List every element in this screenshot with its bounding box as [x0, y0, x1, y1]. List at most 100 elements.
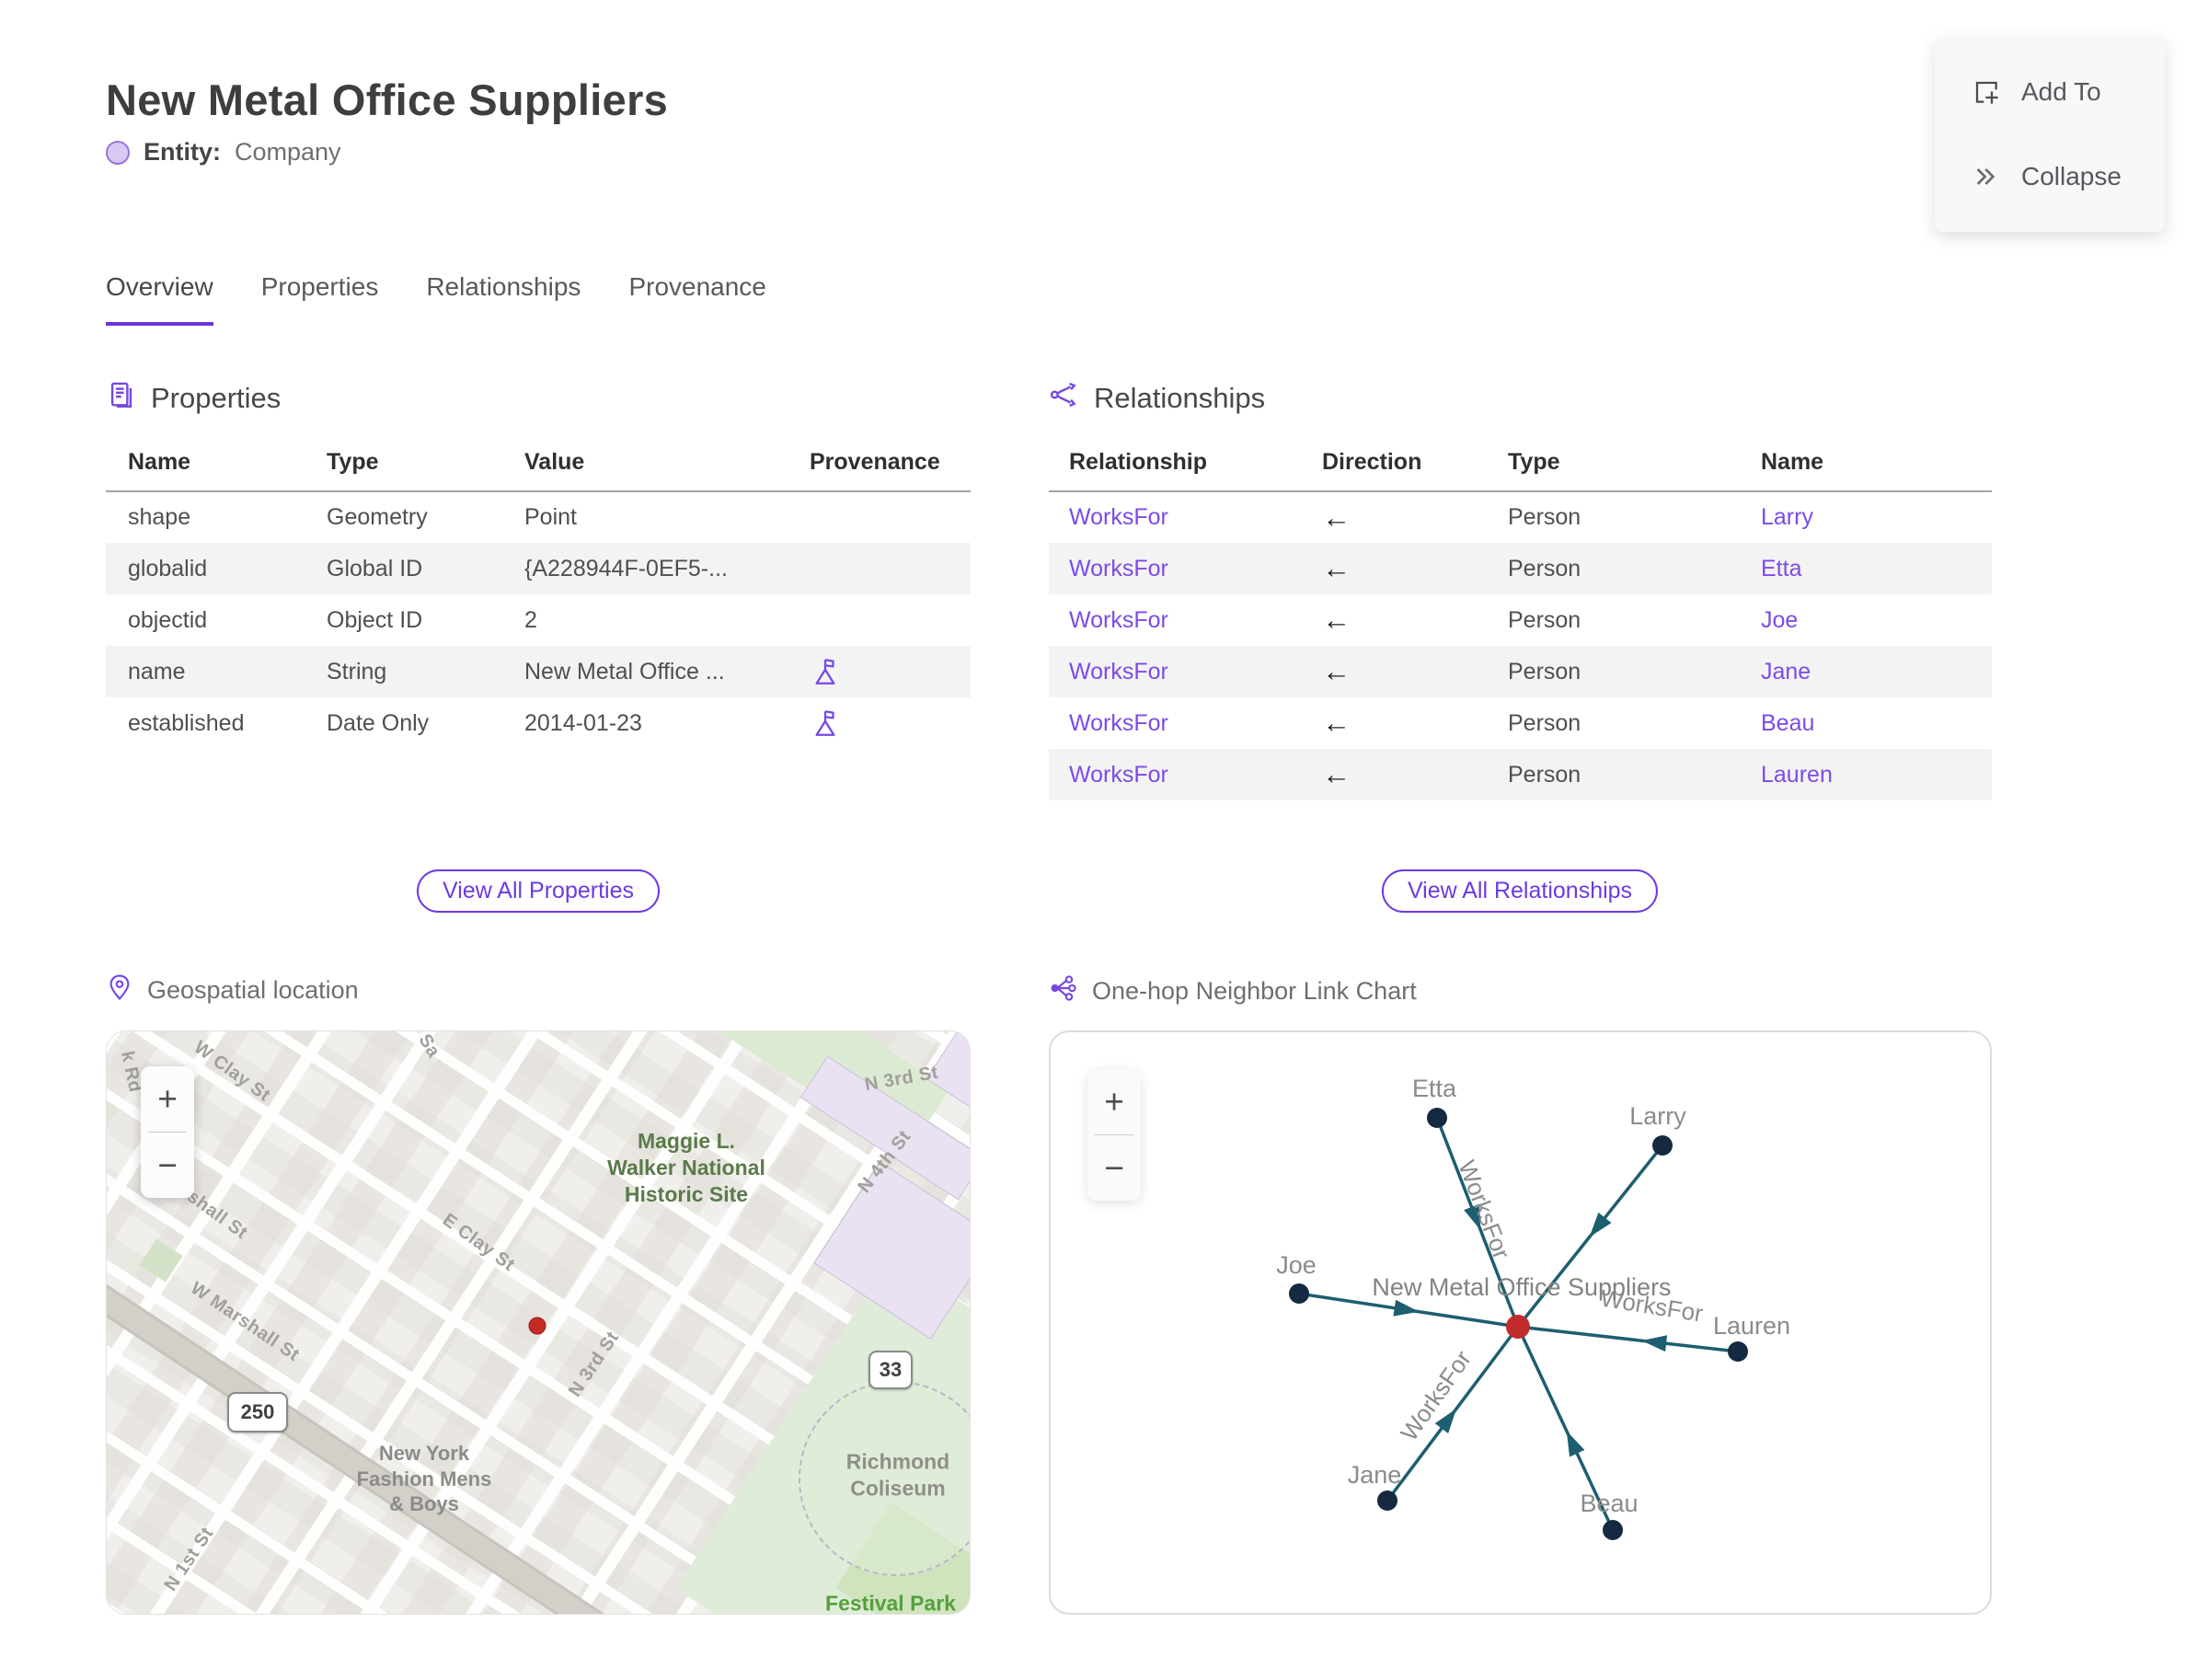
- props-type-cell: String: [327, 658, 387, 685]
- map-street-label: N 1st St: [160, 1524, 218, 1595]
- chart-node-lauren[interactable]: [1728, 1341, 1748, 1362]
- rels-name-cell[interactable]: Larry: [1741, 491, 1992, 543]
- entity-subtitle: Entity: Company: [106, 138, 341, 167]
- entity-details-page: New Metal Office Suppliers Entity: Compa…: [0, 0, 2208, 1680]
- geospatial-map[interactable]: k Rd W Clay St Sa arshall St W Marshall St E …: [106, 1030, 971, 1615]
- entity-type-value: Company: [235, 138, 341, 166]
- tab-properties[interactable]: Properties: [261, 272, 379, 326]
- chart-zoom-out-button[interactable]: −: [1087, 1135, 1141, 1201]
- view-all-relationships-button[interactable]: View All Relationships: [1381, 869, 1659, 913]
- tab-provenance[interactable]: Provenance: [628, 272, 765, 326]
- page-title: New Metal Office Suppliers: [106, 75, 669, 125]
- provenance-flag-icon[interactable]: [810, 656, 841, 687]
- map-street-label: Sa: [414, 1030, 444, 1062]
- actions-panel: Add To Collapse: [1935, 37, 2165, 232]
- direction-arrow: ←: [1322, 707, 1351, 739]
- table-row: WorksFor ← Person Beau: [1049, 697, 1992, 749]
- column-header-relationship: Relationship: [1049, 438, 1302, 492]
- props-provenance-cell: [788, 491, 971, 543]
- props-value-cell: New Metal Office ...: [524, 658, 725, 685]
- rels-relationship-cell[interactable]: WorksFor: [1049, 491, 1302, 543]
- view-all-properties-button[interactable]: View All Properties: [417, 869, 660, 913]
- rels-type-cell: Person: [1508, 555, 1581, 581]
- rels-name-cell[interactable]: Lauren: [1741, 749, 1992, 800]
- chart-center-node[interactable]: [1506, 1315, 1530, 1339]
- chart-node-jane[interactable]: [1377, 1490, 1397, 1511]
- rels-relationship-cell[interactable]: WorksFor: [1049, 646, 1302, 697]
- map-green-area: [139, 1238, 183, 1283]
- rels-name-cell[interactable]: Beau: [1741, 697, 1992, 749]
- direction-arrow: ←: [1322, 758, 1351, 790]
- column-header-name: Name: [106, 438, 305, 492]
- link-chart-canvas[interactable]: WorksForWorksForWorksForEttaLarryJoeLaur…: [1051, 1032, 1990, 1613]
- provenance-flag-icon[interactable]: [810, 708, 841, 739]
- props-value-cell: 2: [524, 606, 537, 633]
- direction-arrow: ←: [1322, 655, 1351, 687]
- relationships-section-title: Relationships: [1094, 382, 1266, 414]
- chart-zoom-control: + −: [1087, 1069, 1141, 1201]
- props-name-cell: globalid: [128, 555, 208, 581]
- chart-node-label: Lauren: [1713, 1312, 1790, 1340]
- props-value-cell: Point: [524, 504, 577, 530]
- rels-type-cell: Person: [1508, 504, 1581, 530]
- collapse-label: Collapse: [2021, 162, 2122, 190]
- tab-overview[interactable]: Overview: [106, 272, 213, 326]
- entity-label: Entity:: [144, 138, 221, 166]
- chevrons-right-icon: [1972, 162, 2001, 191]
- chart-edge[interactable]: [1517, 1325, 1739, 1353]
- chart-edge-arrow: [1393, 1299, 1420, 1317]
- route-shield: 250: [227, 1392, 288, 1433]
- props-provenance-cell: [788, 594, 971, 646]
- chart-node-larry[interactable]: [1652, 1135, 1673, 1156]
- column-header-type: Type: [305, 438, 502, 492]
- table-row: WorksFor ← Person Jane: [1049, 646, 1992, 697]
- rels-name-cell[interactable]: Joe: [1741, 594, 1992, 646]
- properties-table: Name Type Value Provenance shape Geometry Poin…: [106, 438, 971, 749]
- properties-section-header: Properties: [106, 379, 281, 418]
- rels-name-cell[interactable]: Etta: [1741, 543, 1992, 594]
- chart-zoom-in-button[interactable]: +: [1087, 1069, 1141, 1134]
- chart-node-beau[interactable]: [1603, 1520, 1623, 1540]
- chart-node-label: Larry: [1629, 1102, 1686, 1130]
- collapse-button[interactable]: Collapse: [1935, 162, 2165, 191]
- map-zoom-in-button[interactable]: +: [141, 1066, 194, 1132]
- column-header-type: Type: [1488, 438, 1741, 492]
- column-header-name: Name: [1741, 438, 1992, 492]
- props-provenance-cell[interactable]: [788, 697, 971, 749]
- add-to-button[interactable]: Add To: [1935, 77, 2165, 107]
- props-provenance-cell[interactable]: [788, 646, 971, 697]
- chart-node-etta[interactable]: [1427, 1108, 1447, 1128]
- rels-relationship-cell[interactable]: WorksFor: [1049, 594, 1302, 646]
- chart-node-label: Beau: [1580, 1490, 1638, 1517]
- table-row: shape Geometry Point: [106, 491, 971, 543]
- table-row: objectid Object ID 2: [106, 594, 971, 646]
- chart-node-label: Jane: [1348, 1461, 1402, 1489]
- geospatial-section-header: Geospatial location: [106, 973, 359, 1007]
- rels-name-cell[interactable]: Jane: [1741, 646, 1992, 697]
- rels-type-cell: Person: [1508, 658, 1581, 685]
- props-value-cell: 2014-01-23: [524, 709, 642, 736]
- map-poi-label: Maggie L. Walker National Historic Site: [607, 1128, 765, 1206]
- props-name-cell: established: [128, 709, 245, 736]
- map-poi-label: Richmond Coliseum: [845, 1449, 950, 1500]
- route-shield: 33: [868, 1351, 913, 1389]
- tab-relationships[interactable]: Relationships: [426, 272, 581, 326]
- map-poi-label: New York Fashion Mens & Boys: [356, 1441, 492, 1515]
- entity-location-point[interactable]: [528, 1317, 546, 1335]
- one-hop-link-chart[interactable]: WorksFor WorksFor WorksFor Etta Larry Joe Laur…: [1049, 1030, 1992, 1615]
- geospatial-title: Geospatial location: [147, 976, 359, 1004]
- column-header-provenance: Provenance: [788, 438, 971, 492]
- chart-node-joe[interactable]: [1289, 1283, 1309, 1304]
- table-row: established Date Only 2014-01-23: [106, 697, 971, 749]
- rels-type-cell: Person: [1508, 606, 1581, 633]
- map-street-label: W Clay St: [190, 1037, 274, 1106]
- rels-relationship-cell[interactable]: WorksFor: [1049, 749, 1302, 800]
- rels-relationship-cell[interactable]: WorksFor: [1049, 697, 1302, 749]
- table-row: WorksFor ← Person Lauren: [1049, 749, 1992, 800]
- table-row: WorksFor ← Person Etta: [1049, 543, 1992, 594]
- chart-node-label: Etta: [1412, 1075, 1457, 1102]
- map-zoom-out-button[interactable]: −: [141, 1133, 194, 1198]
- properties-icon: [106, 379, 137, 418]
- rels-relationship-cell[interactable]: WorksFor: [1049, 543, 1302, 594]
- props-provenance-cell: [788, 543, 971, 594]
